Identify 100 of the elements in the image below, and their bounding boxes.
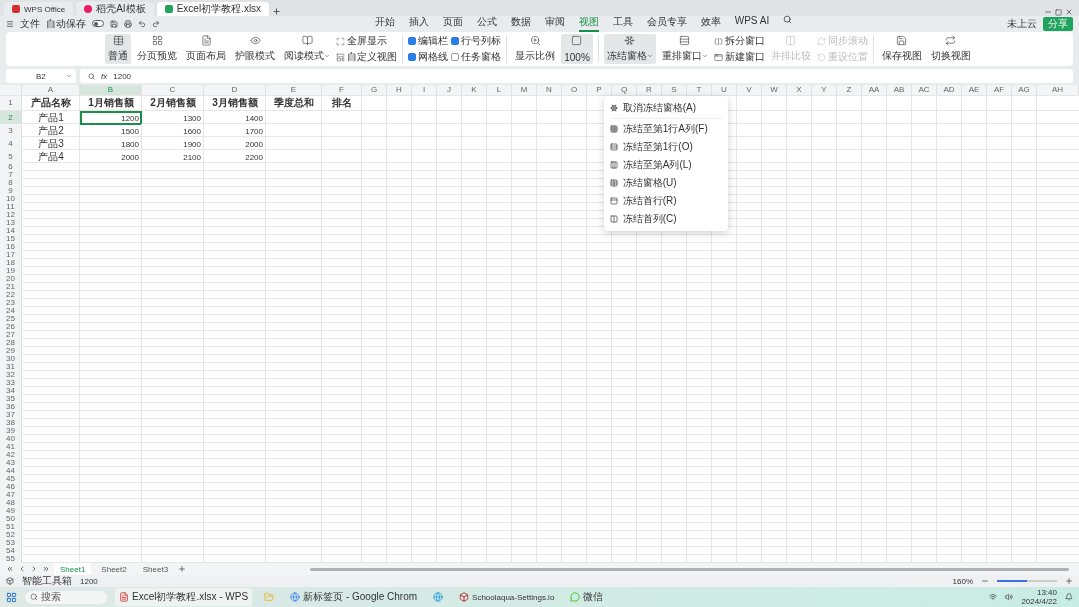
column-header[interactable]: P [587,85,612,95]
cloud-status[interactable]: 未上云 [1007,16,1037,31]
name-box[interactable]: B2 [6,69,76,83]
column-header[interactable]: F [322,85,362,95]
menu-tab[interactable]: 公式 [476,15,497,32]
ribbon-button[interactable]: 显示比例 [512,34,559,64]
ribbon-button[interactable]: 100% [561,34,593,64]
row-header[interactable]: 2 [0,111,22,125]
column-header[interactable]: S [662,85,687,95]
formula-field[interactable]: fx 1200 [80,69,1073,83]
sheet-tab[interactable]: Sheet3 [136,563,175,575]
menu-tab[interactable]: 审阅 [544,15,565,32]
column-header[interactable]: R [637,85,662,95]
column-header[interactable]: I [412,85,437,95]
row-header[interactable]: 4 [0,137,22,151]
toolbox-button[interactable]: 智能工具箱 [22,574,72,588]
column-header[interactable]: AG [1012,85,1037,95]
clock-date[interactable]: 2024/4/22 [1021,597,1057,606]
menu-item[interactable]: 冻结首列(C) [603,210,728,228]
checkbox-option[interactable]: 网格线 [408,50,449,64]
menu-item[interactable]: 冻结首行(R) [603,192,728,210]
column-header[interactable]: AC [912,85,937,95]
table-cell-text: 产品2 [37,124,65,138]
row-header[interactable]: 5 [0,150,22,164]
column-header[interactable]: W [762,85,787,95]
taskbar-app[interactable]: 新标签页 - Google Chrom [286,588,422,606]
window-tab[interactable]: 稻壳AI模板 [76,2,154,16]
row-header[interactable]: 3 [0,124,22,138]
sheet-tab[interactable]: Sheet1 [54,563,92,575]
menu-tab[interactable]: 插入 [408,15,429,32]
ribbon-button[interactable]: 切换视图 [927,34,974,64]
column-header[interactable]: M [512,85,537,95]
column-header[interactable]: H [387,85,412,95]
column-header[interactable]: AB [887,85,912,95]
taskbar-app[interactable]: Schoolaqua-Settings.io [455,590,559,604]
column-header[interactable]: K [462,85,487,95]
taskbar-app[interactable]: Excel初学教程.xlsx - WPS [115,588,253,606]
menu-tab[interactable]: WPS AI [734,15,770,32]
taskbar-app[interactable]: 微信 [566,588,608,606]
sheet-tab[interactable]: Sheet2 [95,563,133,575]
ribbon-button[interactable]: 护眼模式 [232,34,279,64]
ribbon-button[interactable]: 阅读模式 [281,34,334,64]
column-header[interactable]: X [787,85,812,95]
column-header[interactable]: A [22,85,80,95]
ribbon-button[interactable]: 冻结窗格 [603,34,656,64]
menu-tab[interactable]: 页面 [442,15,463,32]
file-menu[interactable]: 文件 [20,16,40,31]
checkbox-option[interactable]: 编辑栏 [408,34,449,48]
menu-tab[interactable]: 数据 [510,15,531,32]
ribbon-button[interactable]: 分页预览 [134,34,181,64]
menu-item[interactable]: 冻结窗格(U) [603,174,728,192]
column-header[interactable]: AE [962,85,987,95]
checkbox-option[interactable]: 行号列标 [451,34,502,48]
column-header[interactable]: T [687,85,712,95]
column-header[interactable]: AA [862,85,887,95]
column-header[interactable]: L [487,85,512,95]
menu-item[interactable]: 冻结至第A列(L) [603,156,728,174]
menu-tab[interactable]: 会员专享 [646,15,687,32]
column-header[interactable]: Z [837,85,862,95]
ribbon-button[interactable]: 自定义视图 [336,50,398,64]
column-header[interactable]: O [562,85,587,95]
column-header[interactable]: V [737,85,762,95]
menu-tab[interactable]: 效率 [700,15,721,32]
window-tab[interactable]: WPS Office [4,2,74,16]
row-header[interactable]: 1 [0,96,22,110]
column-header[interactable]: N [537,85,562,95]
column-header[interactable]: C [142,85,204,95]
search-field[interactable]: 搜索 [25,590,107,604]
column-header[interactable]: B [80,85,142,95]
column-header[interactable]: U [712,85,737,95]
menu-item[interactable]: 冻结至第1行A列(F) [603,120,728,138]
column-header[interactable]: AD [937,85,962,95]
ribbon-button[interactable]: 全屏显示 [336,34,398,48]
column-header[interactable]: Q [612,85,637,95]
table-cell-text: 季度总和 [273,96,315,110]
window-tab[interactable]: Excel初学教程.xlsx [156,2,270,16]
ribbon-button[interactable]: 普通 [105,34,132,64]
row-header[interactable]: 7 [0,171,22,179]
ribbon-button[interactable]: 页面布局 [183,34,230,64]
checkbox-option[interactable]: 任务窗格 [451,50,502,64]
menu-item[interactable]: 取消冻结窗格(A) [603,99,728,117]
ribbon-button[interactable]: 保存视图 [878,34,925,64]
column-header[interactable]: AH [1037,85,1079,95]
table-cell-text: 1500 [120,125,140,138]
share-button[interactable]: 分享 [1043,16,1073,31]
menu-tab[interactable]: 工具 [612,15,633,32]
column-header[interactable]: Y [812,85,837,95]
clock-time[interactable]: 13:40 [1036,588,1057,597]
menu-item[interactable]: 冻结至第1行(O) [603,138,728,156]
table-cell-text: 1800 [120,138,140,151]
ribbon-button[interactable]: 新建窗口 [713,50,765,64]
ribbon-button[interactable]: 拆分窗口 [713,34,765,48]
column-header[interactable]: G [362,85,387,95]
column-header[interactable]: D [204,85,266,95]
column-header[interactable]: AF [987,85,1012,95]
menu-tab[interactable]: 开始 [374,15,395,32]
zoom-value[interactable]: 160% [952,576,973,586]
column-header[interactable]: E [266,85,322,95]
column-header[interactable]: J [437,85,462,95]
ribbon-button[interactable]: 重排窗口 [658,34,711,64]
